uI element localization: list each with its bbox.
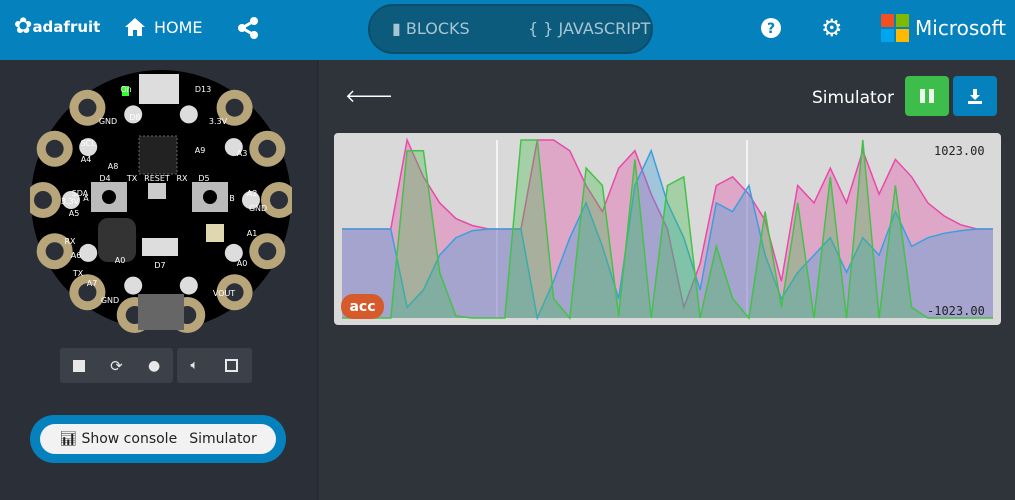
bar-chart-icon: 📊︎ (59, 431, 77, 447)
pin-label: A0 (115, 256, 126, 265)
circuit-playground-board[interactable]: On D13GND D8SCLA4SDAA53.3VRXA6TXA7GND3.3VA… (30, 66, 292, 334)
microphone (206, 224, 224, 242)
pin-label: 3.3V (61, 197, 80, 206)
chart-plot (342, 137, 993, 321)
console-toggle-wrapper: 📊︎ Show console Simulator (30, 415, 286, 463)
pin-label: RX (176, 174, 188, 183)
pin-label: A (83, 194, 89, 203)
adafruit-logo[interactable]: ✿ adafruit (14, 14, 100, 39)
pin-label: VOUT (213, 289, 235, 298)
pin-label: A2 (247, 189, 258, 198)
pause-icon (920, 89, 925, 103)
pause-icon (929, 89, 934, 103)
usb-port (139, 74, 179, 104)
pin-label: A0 (237, 259, 248, 268)
home-button[interactable]: HOME (124, 17, 203, 37)
console-source-title: Simulator (812, 88, 895, 108)
pin-hole (34, 190, 52, 209)
pin-label: A5 (69, 209, 80, 218)
y-min-label: -1023.00 (927, 304, 985, 318)
pin-label: TX (72, 269, 84, 278)
slow-mo-icon[interactable]: ● (148, 358, 160, 374)
pin-hole (258, 242, 277, 261)
pin-label: GND (101, 296, 119, 305)
help-button[interactable]: ? (760, 17, 782, 39)
gear-icon: ⚙ (821, 14, 843, 42)
blocks-tab[interactable]: ▮ BLOCKS (392, 19, 470, 38)
pin-label: A7 (87, 279, 98, 288)
pin-hole (258, 139, 277, 158)
simulator-label: Simulator (189, 431, 257, 447)
sim-controls: ⟳ ● (60, 348, 173, 383)
microsoft-icon (881, 14, 909, 42)
svg-text:?: ? (767, 21, 775, 37)
fullscreen-icon[interactable] (225, 359, 239, 372)
pin-label: RESET (144, 174, 170, 183)
y-max-label: 1023.00 (934, 144, 985, 158)
home-icon (125, 18, 145, 36)
pin-label: A3 (237, 149, 248, 158)
microsoft-logo[interactable]: Microsoft (881, 14, 1006, 42)
pin-label: GND (99, 117, 117, 126)
pin-label: 3.3V (209, 117, 228, 126)
pin-label: D8 (129, 113, 140, 122)
pin-hole (45, 139, 64, 158)
pin-label: A8 (108, 162, 119, 171)
download-icon (968, 89, 982, 104)
pin-label: D4 (99, 174, 110, 183)
pin-label: RX (64, 237, 76, 246)
acc-chart (334, 133, 1001, 325)
pin-hole (78, 98, 97, 117)
neopixel-led[interactable] (124, 276, 143, 295)
javascript-tab[interactable]: { } JAVASCRIPT (528, 19, 650, 38)
pin-label: On (120, 85, 131, 94)
pin-label: A9 (195, 146, 206, 155)
pin-label: A6 (71, 251, 82, 260)
sim-controls-2: 🔈︎ (177, 348, 252, 383)
editor-toggle: ▮ BLOCKS { } JAVASCRIPT (368, 4, 653, 54)
mute-icon[interactable]: 🔈︎ (191, 358, 199, 373)
pin-hole (45, 242, 64, 261)
flower-icon: ✿ (14, 14, 33, 39)
button-a-cap (102, 190, 116, 204)
pin-hole (225, 98, 244, 117)
button-b-cap (203, 190, 217, 204)
slide-switch[interactable] (142, 238, 178, 256)
pause-button[interactable] (905, 76, 949, 116)
share-icon (238, 17, 258, 39)
neopixel-led[interactable] (179, 276, 198, 295)
top-bar: ✿ adafruit HOME ▮ BLOCKS { } JAVASCRIPT ?… (0, 0, 1015, 60)
pin-label: D13 (195, 85, 211, 94)
series-tag: acc (341, 294, 384, 319)
show-console-button[interactable]: 📊︎ Show console Simulator (40, 424, 276, 454)
battery-connector (138, 294, 184, 330)
pin-label: D5 (198, 174, 209, 183)
arrow-left-icon: 🡐 (345, 86, 394, 107)
neopixel-led[interactable] (79, 243, 98, 262)
back-button[interactable]: 🡐 (345, 86, 393, 107)
settings-button[interactable]: ⚙ (821, 14, 843, 42)
pin-label: TX (126, 174, 138, 183)
help-icon: ? (761, 18, 781, 38)
pin-label: B (229, 194, 235, 203)
share-button[interactable] (237, 17, 259, 39)
pin-label: SCL (80, 139, 96, 148)
pin-label: D7 (154, 261, 165, 270)
restart-icon[interactable]: ⟳ (110, 357, 123, 375)
stop-icon[interactable] (72, 359, 85, 372)
pin-label: A1 (247, 229, 258, 238)
puzzle-icon: ▮ (392, 19, 401, 38)
pin-label: GND (249, 204, 267, 213)
download-button[interactable] (953, 76, 997, 116)
reset-button[interactable] (148, 183, 166, 199)
pin-hole (270, 191, 288, 210)
chip (138, 135, 178, 175)
show-console-label: 📊︎ Show console (59, 431, 178, 447)
pin-label: A4 (81, 155, 92, 164)
neopixel-led[interactable] (179, 105, 198, 124)
